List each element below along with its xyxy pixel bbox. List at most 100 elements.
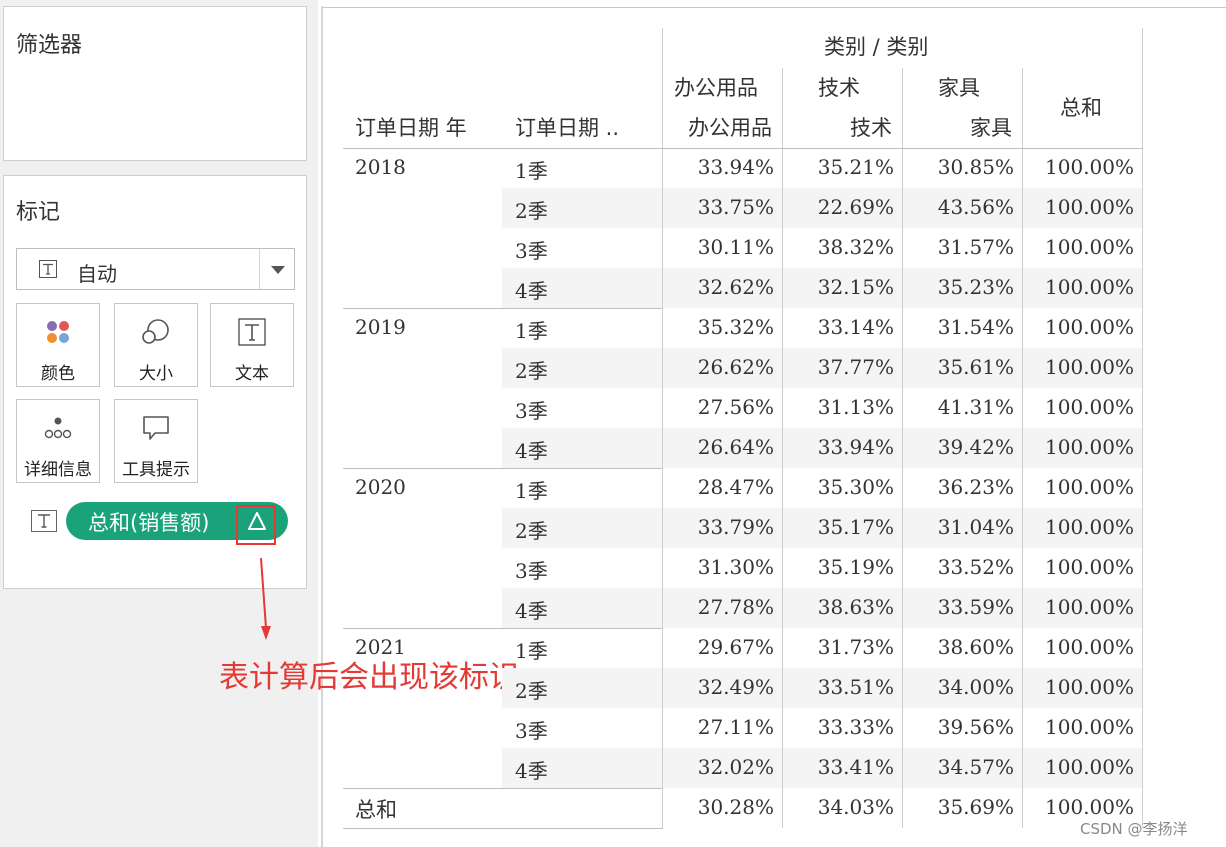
- quarter-label[interactable]: 1季: [515, 635, 548, 664]
- table-cell[interactable]: 100.00%: [1024, 555, 1134, 579]
- table-cell[interactable]: 35.19%: [784, 555, 894, 579]
- table-cell[interactable]: 38.32%: [784, 235, 894, 259]
- table-cell[interactable]: 22.69%: [784, 195, 894, 219]
- table-cell[interactable]: 100.00%: [1024, 355, 1134, 379]
- color-button[interactable]: 颜色: [16, 303, 100, 387]
- table-cell[interactable]: 33.14%: [784, 315, 894, 339]
- table-cell[interactable]: 41.31%: [904, 395, 1014, 419]
- column-header-office[interactable]: 办公用品: [674, 72, 758, 102]
- quarter-label[interactable]: 2季: [515, 675, 548, 704]
- quarter-label[interactable]: 3季: [515, 715, 548, 744]
- row-header-year[interactable]: 订单日期 年: [355, 112, 467, 142]
- text-button[interactable]: 文本: [210, 303, 294, 387]
- table-cell[interactable]: 28.47%: [664, 475, 774, 499]
- table-cell[interactable]: 100.00%: [1024, 235, 1134, 259]
- grand-total-label[interactable]: 总和: [355, 794, 397, 824]
- quarter-label[interactable]: 3季: [515, 235, 548, 264]
- quarter-label[interactable]: 2季: [515, 355, 548, 384]
- year-label[interactable]: 2018: [355, 155, 406, 179]
- table-cell[interactable]: 31.54%: [904, 315, 1014, 339]
- table-cell[interactable]: 100.00%: [1024, 395, 1134, 419]
- table-cell[interactable]: 32.15%: [784, 275, 894, 299]
- mark-type-dropdown[interactable]: 自动: [16, 248, 295, 290]
- detail-button[interactable]: 详细信息: [16, 399, 100, 483]
- filters-shelf[interactable]: 筛选器: [3, 6, 307, 161]
- table-cell[interactable]: 35.32%: [664, 315, 774, 339]
- table-cell[interactable]: 32.02%: [664, 755, 774, 779]
- table-cell[interactable]: 30.85%: [904, 155, 1014, 179]
- table-cell[interactable]: 31.73%: [784, 635, 894, 659]
- delta-icon[interactable]: [246, 510, 268, 532]
- column-subheader-office[interactable]: 办公用品: [662, 112, 772, 142]
- quarter-label[interactable]: 4季: [515, 275, 548, 304]
- table-cell[interactable]: 27.78%: [664, 595, 774, 619]
- table-cell[interactable]: 35.17%: [784, 515, 894, 539]
- table-cell[interactable]: 33.41%: [784, 755, 894, 779]
- table-cell[interactable]: 43.56%: [904, 195, 1014, 219]
- table-cell[interactable]: 100.00%: [1024, 475, 1134, 499]
- table-cell[interactable]: 100.00%: [1024, 595, 1134, 619]
- table-cell[interactable]: 100.00%: [1024, 755, 1134, 779]
- table-cell[interactable]: 100.00%: [1024, 275, 1134, 299]
- table-cell[interactable]: 31.13%: [784, 395, 894, 419]
- quarter-label[interactable]: 1季: [515, 315, 548, 344]
- table-cell[interactable]: 32.62%: [664, 275, 774, 299]
- column-header-furniture[interactable]: 家具: [938, 72, 980, 102]
- table-cell[interactable]: 33.51%: [784, 675, 894, 699]
- column-subheader-tech[interactable]: 技术: [782, 112, 892, 142]
- table-cell[interactable]: 33.33%: [784, 715, 894, 739]
- year-label[interactable]: 2020: [355, 475, 406, 499]
- table-cell[interactable]: 33.75%: [664, 195, 774, 219]
- size-button[interactable]: 大小: [114, 303, 198, 387]
- quarter-label[interactable]: 4季: [515, 435, 548, 464]
- quarter-label[interactable]: 4季: [515, 755, 548, 784]
- table-cell[interactable]: 38.60%: [904, 635, 1014, 659]
- table-cell[interactable]: 100.00%: [1024, 635, 1134, 659]
- table-cell[interactable]: 31.30%: [664, 555, 774, 579]
- table-cell[interactable]: 39.42%: [904, 435, 1014, 459]
- quarter-label[interactable]: 2季: [515, 515, 548, 544]
- column-group-header[interactable]: 类别 / 类别: [824, 31, 928, 61]
- table-cell[interactable]: 100.00%: [1024, 155, 1134, 179]
- grand-total-cell[interactable]: 100.00%: [1024, 795, 1134, 819]
- table-cell[interactable]: 29.67%: [664, 635, 774, 659]
- table-cell[interactable]: 31.57%: [904, 235, 1014, 259]
- table-cell[interactable]: 100.00%: [1024, 675, 1134, 699]
- table-cell[interactable]: 35.23%: [904, 275, 1014, 299]
- table-cell[interactable]: 33.52%: [904, 555, 1014, 579]
- table-cell[interactable]: 32.49%: [664, 675, 774, 699]
- table-cell[interactable]: 100.00%: [1024, 435, 1134, 459]
- table-cell[interactable]: 35.21%: [784, 155, 894, 179]
- table-cell[interactable]: 100.00%: [1024, 515, 1134, 539]
- quarter-label[interactable]: 1季: [515, 475, 548, 504]
- column-header-tech[interactable]: 技术: [818, 72, 860, 102]
- table-cell[interactable]: 100.00%: [1024, 315, 1134, 339]
- table-cell[interactable]: 33.59%: [904, 595, 1014, 619]
- table-cell[interactable]: 36.23%: [904, 475, 1014, 499]
- table-cell[interactable]: 33.94%: [784, 435, 894, 459]
- table-cell[interactable]: 39.56%: [904, 715, 1014, 739]
- table-cell[interactable]: 38.63%: [784, 595, 894, 619]
- table-cell[interactable]: 31.04%: [904, 515, 1014, 539]
- table-cell[interactable]: 37.77%: [784, 355, 894, 379]
- table-cell[interactable]: 100.00%: [1024, 195, 1134, 219]
- year-label[interactable]: 2021: [355, 635, 406, 659]
- table-cell[interactable]: 34.57%: [904, 755, 1014, 779]
- column-header-total[interactable]: 总和: [1060, 92, 1102, 122]
- table-cell[interactable]: 100.00%: [1024, 715, 1134, 739]
- year-label[interactable]: 2019: [355, 315, 406, 339]
- table-cell[interactable]: 26.64%: [664, 435, 774, 459]
- row-header-quarter[interactable]: 订单日期 ..: [515, 112, 619, 142]
- table-cell[interactable]: 35.30%: [784, 475, 894, 499]
- table-cell[interactable]: 34.00%: [904, 675, 1014, 699]
- chevron-down-icon[interactable]: [271, 266, 285, 274]
- table-cell[interactable]: 33.79%: [664, 515, 774, 539]
- table-cell[interactable]: 26.62%: [664, 355, 774, 379]
- column-subheader-furniture[interactable]: 家具: [902, 112, 1012, 142]
- table-cell[interactable]: 27.56%: [664, 395, 774, 419]
- pane-divider[interactable]: [321, 6, 323, 847]
- table-cell[interactable]: 35.61%: [904, 355, 1014, 379]
- grand-total-cell[interactable]: 34.03%: [784, 795, 894, 819]
- table-cell[interactable]: 33.94%: [664, 155, 774, 179]
- tooltip-button[interactable]: 工具提示: [114, 399, 198, 483]
